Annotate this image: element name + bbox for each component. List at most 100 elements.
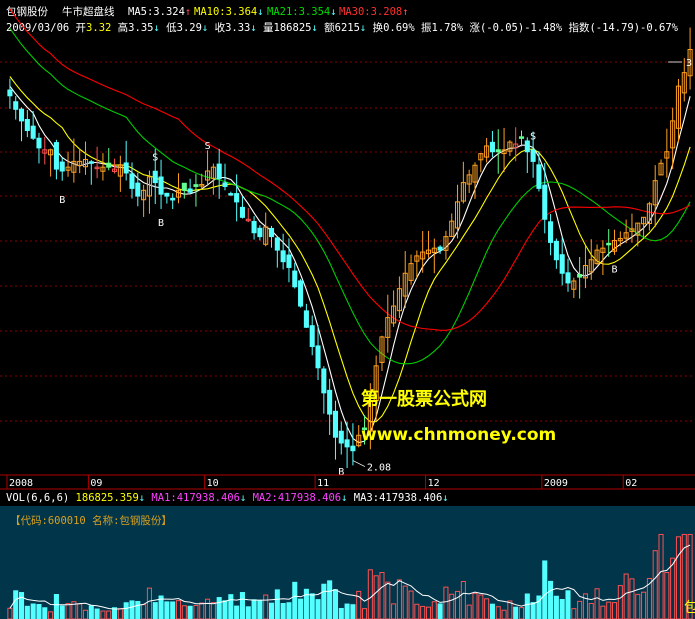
quote-turnover: 0.69% — [383, 22, 415, 34]
volume-value: 186825.359 — [76, 492, 139, 504]
volume-header: VOL(6,6,6) 186825.359↓ MA1:417938.406↓ M… — [6, 492, 449, 504]
quote-amplitude-label: 振 — [421, 21, 432, 34]
quote-low-arrow: ↓ — [202, 22, 208, 34]
volume-bar — [228, 594, 234, 619]
volume-bar — [88, 605, 94, 619]
candle-body — [7, 89, 13, 97]
volume-bar — [53, 594, 59, 619]
quote-index-change: (-14.79)-0.67% — [589, 22, 678, 34]
volume-bar — [36, 604, 42, 619]
candle-body — [565, 272, 571, 284]
watermark-url[interactable]: www.chnmoney.com — [361, 425, 556, 445]
svg-text:包钢股份: 包钢股份 — [6, 5, 48, 18]
volume-bar — [129, 600, 135, 619]
volume-bar — [257, 600, 263, 619]
volume-bar — [234, 605, 240, 619]
volume-bar — [239, 592, 245, 619]
x-tick-label: 10 — [207, 478, 219, 489]
candle-body — [106, 162, 112, 168]
volume-bar — [94, 608, 100, 619]
ma10-line — [9, 76, 691, 423]
candle-body — [495, 149, 501, 153]
quote-amplitude: 1.78% — [432, 22, 464, 34]
volume-bar — [280, 603, 286, 619]
candle-body — [123, 162, 129, 174]
high-price-label: 3 — [686, 58, 692, 69]
candlestick-series — [7, 27, 693, 469]
volume-ma1-arrow: ↓ — [240, 492, 246, 504]
candle-body — [298, 280, 304, 307]
volume-bar — [30, 603, 36, 619]
quote-date: 2009/03/06 — [6, 22, 69, 34]
candle-body — [13, 101, 19, 110]
volume-bar — [565, 590, 571, 619]
quote-volume-label: 量 — [263, 22, 274, 34]
quote-low: 3.29 — [177, 22, 202, 34]
ma5-label: MA5: — [128, 6, 153, 18]
volume-bar — [286, 602, 292, 619]
moving-average-lines — [9, 8, 691, 444]
candle-body — [315, 345, 321, 369]
candle-body — [338, 430, 344, 444]
quote-change-label: 涨 — [469, 22, 480, 34]
candle-body — [30, 125, 36, 139]
quote-open: 3.32 — [86, 22, 111, 34]
volume-bar — [553, 595, 559, 619]
x-tick-label: 09 — [90, 478, 102, 489]
candle-body — [222, 182, 228, 187]
volume-ma3: 417938.406 — [379, 492, 442, 504]
buy-signal: B — [338, 467, 344, 478]
volume-bar — [123, 602, 129, 619]
price-annotations: 2.08 3 — [352, 58, 692, 474]
quote-close-label: 收 — [215, 21, 226, 34]
volume-bar — [298, 598, 304, 619]
volume-bar — [268, 602, 275, 619]
candle-body — [518, 136, 525, 139]
svg-text:MA30:3.208↑: MA30:3.208↑ — [339, 6, 409, 18]
candle-body — [350, 445, 356, 452]
price-grid — [0, 61, 695, 422]
quote-volume: 186825 — [274, 22, 312, 34]
volume-bar — [309, 593, 315, 619]
candle-body — [24, 118, 30, 132]
quote-index-label: 指数 — [568, 21, 589, 34]
volume-bar — [437, 603, 443, 619]
candle-body — [489, 141, 495, 153]
stock-chart-window: 包钢股份 牛市超盘线 MA5:3.324↑ MA10:3.364↓ MA21:3… — [0, 0, 695, 619]
candle-body — [321, 368, 327, 394]
volume-bar — [327, 580, 333, 619]
volume-bar — [548, 580, 554, 619]
svg-text:MA10:3.364↓: MA10:3.364↓ — [194, 6, 264, 18]
candle-body — [216, 163, 222, 180]
candle-body — [53, 142, 59, 170]
volume-bar — [489, 603, 495, 619]
candle-body — [292, 270, 298, 288]
volume-bar — [135, 600, 141, 619]
candle-body — [606, 242, 612, 246]
ma21-label: MA21: — [267, 6, 299, 18]
quote-open-label: 开 — [76, 22, 87, 34]
ma30-arrow: ↑ — [402, 6, 408, 18]
ma21-arrow: ↓ — [330, 6, 336, 18]
quote-amount-arrow: ↓ — [360, 22, 366, 34]
ma5-line — [9, 85, 691, 444]
corner-glyph: 包 — [684, 600, 695, 616]
ma30-line — [9, 8, 691, 331]
candle-body — [170, 197, 176, 201]
x-tick-label: 11 — [317, 478, 329, 489]
quote-high: 3.35 — [128, 22, 153, 34]
candle-body — [158, 176, 164, 195]
volume-bar — [216, 597, 222, 619]
candle-body — [280, 250, 286, 263]
volume-bar — [59, 605, 65, 619]
quote-line: 2009/03/06 开3.32 高3.35↓ 低3.29↓ 收3.33↓ 量1… — [6, 21, 679, 34]
watermark-title: 第一股票公式网 — [361, 388, 487, 410]
svg-text:MA21:3.354↓: MA21:3.354↓ — [267, 6, 337, 18]
candle-body — [577, 273, 583, 278]
ma21-value: 3.354 — [299, 6, 331, 18]
candle-body — [548, 221, 554, 243]
quote-close: 3.33 — [225, 22, 250, 34]
volume-title: VOL(6,6,6) — [6, 492, 69, 504]
sell-signal: S — [530, 131, 536, 142]
candle-body — [542, 184, 548, 220]
